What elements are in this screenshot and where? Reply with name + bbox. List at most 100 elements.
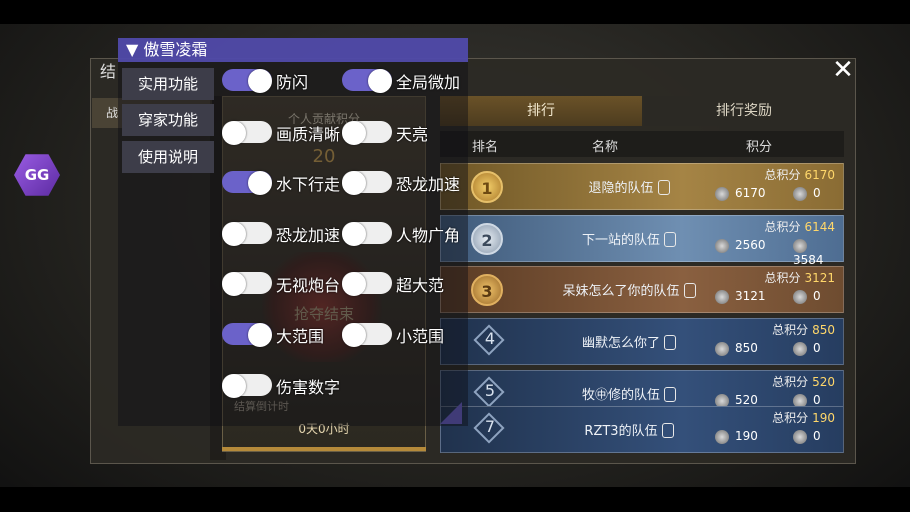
total-score: 总积分 190	[772, 411, 835, 425]
total-score: 总积分 850	[772, 323, 835, 337]
ranking-row[interactable]: 2 下一站的队伍 总积分 6144 2560 3584	[440, 215, 844, 267]
toggle-knob	[342, 222, 366, 246]
toggle-label: 大范围	[276, 327, 325, 346]
rank-number: 4	[484, 329, 496, 348]
score-primary: 850	[715, 341, 758, 356]
rank-badge-icon	[793, 186, 807, 201]
toggle-label: 小范围	[396, 327, 445, 346]
score-secondary: 0	[793, 289, 821, 304]
toggle-track	[222, 374, 272, 398]
ranking-row[interactable]: 1 退隐的队伍 总积分 6170 6170 0	[440, 163, 844, 210]
toggle-track	[342, 222, 392, 246]
total-score: 总积分 6144	[764, 220, 835, 234]
score-primary: 3121	[715, 289, 766, 304]
score-secondary: 0	[793, 341, 821, 356]
toggle-label: 画质清晰	[276, 125, 341, 144]
document-icon[interactable]	[664, 387, 676, 402]
toggle-track	[342, 323, 392, 347]
rank-medal-icon: 2	[471, 223, 503, 255]
side-button-wallhack[interactable]: 穿家功能	[122, 104, 214, 136]
toggle-track	[222, 222, 272, 246]
table-header: 排名 名称 积分	[440, 131, 844, 157]
ranking-row[interactable]: 3 呆妹怎么了你的队伍 总积分 3121 3121 0	[440, 266, 844, 313]
toggle-label: 防闪	[276, 73, 309, 92]
rank-badge-icon	[793, 238, 807, 253]
side-button-instructions[interactable]: 使用说明	[122, 141, 214, 173]
toggle-knob	[368, 69, 392, 93]
toggle-knob	[342, 272, 366, 296]
toggle-label: 恐龙加速	[396, 175, 461, 194]
rank-badge-icon	[715, 238, 729, 253]
column-rank: 排名	[472, 140, 499, 155]
team-name: 牧㊥修的队伍	[519, 384, 739, 403]
tab-ranking[interactable]: 排行	[440, 96, 642, 126]
rank-badge-icon	[715, 186, 729, 201]
document-icon[interactable]	[661, 423, 674, 438]
toggle-knob	[248, 69, 272, 93]
document-icon[interactable]	[664, 335, 676, 350]
team-name: RZT3的队伍	[519, 420, 739, 439]
toggle-label: 超大范	[396, 276, 445, 295]
toggle-track	[342, 121, 392, 145]
toggle-track	[342, 171, 392, 195]
team-name: 幽默怎么你了	[519, 332, 739, 351]
ranking-row[interactable]: 7 RZT3的队伍 总积分 190 190 0	[440, 406, 844, 453]
panel-accent-bar	[222, 447, 426, 451]
toggle-knob	[248, 323, 272, 347]
ranking-row[interactable]: 4 幽默怎么你了 总积分 850 850 0	[440, 318, 844, 365]
toggle-track	[342, 69, 392, 93]
document-icon[interactable]	[657, 180, 670, 195]
toggle-track	[222, 69, 272, 93]
rank-badge-icon	[715, 429, 729, 444]
rank-badge-icon	[793, 289, 807, 304]
top-black-bar	[0, 0, 910, 24]
side-button-utility[interactable]: 实用功能	[122, 68, 214, 100]
team-name: 下一站的队伍	[519, 229, 739, 248]
bottom-black-bar	[0, 487, 910, 512]
score-primary: 190	[715, 429, 758, 444]
team-name: 呆妹怎么了你的队伍	[519, 280, 739, 299]
tab-ranking-rewards[interactable]: 排行奖励	[644, 96, 844, 126]
toggle-label: 无视炮台	[276, 276, 341, 295]
toggle-label: 恐龙加速	[276, 226, 341, 245]
toggle-label: 全局微加	[396, 73, 461, 92]
toggle-track	[342, 272, 392, 296]
rank-badge-icon	[715, 289, 729, 304]
toggle-label: 人物广角	[396, 226, 461, 245]
column-name: 名称	[592, 140, 619, 155]
rank-badge-icon	[793, 429, 807, 444]
score-secondary: 0	[793, 429, 821, 444]
toggle-knob	[222, 121, 246, 145]
score-primary: 6170	[715, 186, 766, 201]
close-button[interactable]: ✕	[830, 57, 856, 84]
total-score: 总积分 520	[772, 375, 835, 389]
rank-badge-icon	[793, 341, 807, 356]
rank-medal-icon: 3	[471, 274, 503, 306]
toggle-label: 伤害数字	[276, 378, 341, 397]
total-score: 总积分 3121	[764, 271, 835, 285]
toggle-track	[222, 171, 272, 195]
column-score: 积分	[746, 140, 773, 155]
toggle-knob	[342, 171, 366, 195]
toggle-knob	[222, 222, 246, 246]
rank-number: 7	[484, 417, 496, 436]
rank-number: 5	[484, 381, 496, 400]
rank-badge-icon	[715, 341, 729, 356]
toggle-knob	[248, 171, 272, 195]
score-secondary: 0	[793, 186, 821, 201]
toggle-knob	[222, 272, 246, 296]
document-icon[interactable]	[683, 283, 696, 298]
window-title: 结	[100, 62, 117, 81]
toggle-track	[222, 323, 272, 347]
document-icon[interactable]	[664, 232, 676, 247]
score-primary: 2560	[715, 238, 766, 253]
score-secondary: 3584	[793, 238, 843, 267]
toggle-knob	[342, 323, 366, 347]
rank-medal-icon: 1	[471, 171, 503, 203]
toggle-track	[222, 272, 272, 296]
total-score: 总积分 6170	[764, 168, 835, 182]
menu-title-bar[interactable]: ▼ 傲雪凌霜	[118, 38, 468, 62]
toggle-track	[222, 121, 272, 145]
toggle-label: 水下行走	[276, 175, 341, 194]
toggle-knob	[222, 374, 246, 398]
